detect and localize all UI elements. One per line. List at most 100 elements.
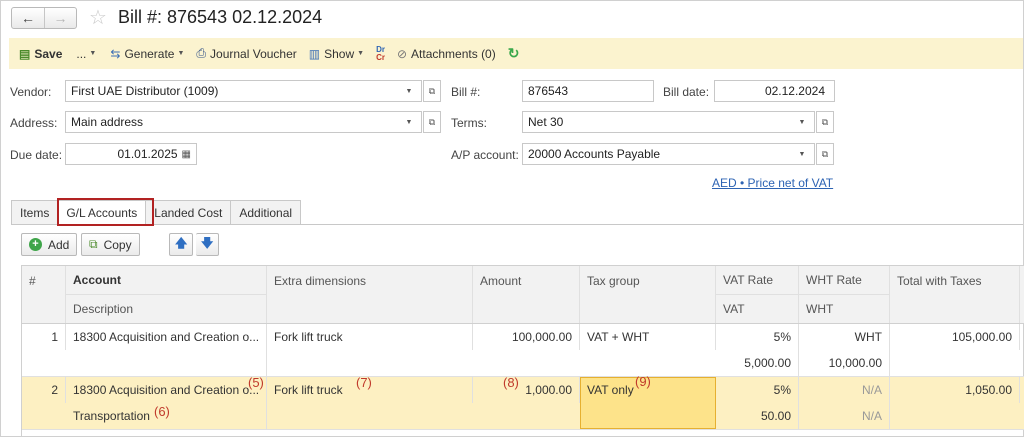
- save-button[interactable]: ▤ Save: [9, 43, 68, 65]
- gl-accounts-table: # Account Description Extra dimensions A…: [21, 265, 1024, 437]
- header-divider: [716, 294, 890, 295]
- address-open-icon[interactable]: ⧉: [423, 111, 441, 133]
- ap-account-value: 20000 Accounts Payable: [528, 147, 661, 161]
- command-toolbar: ▤ Save ... ▼ ⇆ Generate ▼ ⎙ Journal Vouc…: [9, 38, 1023, 69]
- chevron-down-icon[interactable]: ▼: [402, 88, 416, 95]
- attachments-button[interactable]: ⊘ Attachments (0): [391, 43, 502, 65]
- tab-additional[interactable]: Additional: [230, 200, 302, 225]
- printer-icon: ⎙: [196, 46, 207, 60]
- ap-account-field[interactable]: 20000 Accounts Payable ▼: [522, 143, 815, 165]
- arrow-up-icon: 🡅: [175, 236, 188, 250]
- annotation-8: (8): [503, 375, 519, 390]
- ap-account-label: A/P account:: [451, 148, 519, 162]
- generate-button[interactable]: ⇆ Generate ▼: [104, 43, 190, 65]
- tab-landed-cost[interactable]: Landed Cost: [145, 200, 232, 225]
- vendor-value: First UAE Distributor (1009): [71, 84, 219, 98]
- wht-rate-cell[interactable]: N/A: [799, 377, 890, 403]
- back-button[interactable]: ←: [12, 8, 44, 28]
- table-row[interactable]: 1 18300 Acquisition and Creation o... Fo…: [22, 324, 1024, 376]
- extra-dimensions-cell[interactable]: Fork lift truck: [267, 324, 473, 350]
- col-header-account[interactable]: Account: [66, 266, 267, 294]
- col-header-extra-dimensions[interactable]: Extra dimensions: [267, 266, 473, 323]
- due-date-label: Due date:: [10, 148, 63, 162]
- tab-divider: [11, 224, 1023, 225]
- paperclip-icon: ⊘: [396, 46, 408, 61]
- history-nav: ← →: [11, 7, 77, 29]
- vat-rate-cell[interactable]: 5%: [716, 324, 799, 350]
- show-icon: ▥: [308, 46, 321, 61]
- debit-credit-button[interactable]: Dr Cr: [370, 43, 391, 65]
- tab-gl-accounts[interactable]: G/L Accounts: [57, 200, 147, 225]
- wht-cell[interactable]: 10,000.00: [799, 350, 890, 376]
- col-header-tax-group[interactable]: Tax group: [580, 266, 716, 323]
- col-header-vat-rate[interactable]: VAT Rate: [716, 266, 799, 294]
- more-menu-button[interactable]: ... ▼: [68, 43, 104, 65]
- chevron-down-icon[interactable]: ▼: [795, 151, 809, 158]
- save-label: Save: [34, 46, 63, 61]
- copy-row-button[interactable]: ⧉ Copy: [81, 233, 140, 256]
- add-label: Add: [48, 237, 70, 252]
- terms-value: Net 30: [528, 115, 564, 129]
- save-icon: ▤: [19, 46, 31, 61]
- table-row-selected[interactable]: 2 18300 Acquisition and Creation o... Tr…: [22, 374, 1024, 429]
- debit-credit-icon: Dr Cr: [376, 45, 385, 62]
- col-header-amount[interactable]: Amount: [473, 266, 580, 323]
- attachments-label: Attachments (0): [411, 46, 496, 61]
- amount-cell[interactable]: 100,000.00: [473, 324, 580, 350]
- terms-label: Terms:: [451, 116, 487, 130]
- chevron-down-icon: ▼: [357, 50, 365, 57]
- annotation-5: (5): [248, 375, 264, 390]
- refresh-button[interactable]: ↻: [502, 43, 526, 65]
- chevron-down-icon[interactable]: ▼: [402, 119, 416, 126]
- bill-number-field[interactable]: 876543: [522, 80, 654, 102]
- move-up-button[interactable]: 🡅: [169, 233, 194, 256]
- currency-price-link[interactable]: AED • Price net of VAT: [712, 176, 833, 190]
- chevron-down-icon[interactable]: ▼: [795, 119, 809, 126]
- calendar-icon[interactable]: ▦: [182, 149, 191, 160]
- terms-field[interactable]: Net 30 ▼: [522, 111, 815, 133]
- refresh-icon: ↻: [507, 45, 520, 61]
- journal-voucher-label: Journal Voucher: [210, 46, 297, 61]
- show-button[interactable]: ▥ Show ▼: [303, 43, 370, 65]
- vendor-label: Vendor:: [10, 85, 52, 99]
- more-label: ...: [76, 46, 87, 61]
- forward-button[interactable]: →: [44, 8, 76, 28]
- vat-cell[interactable]: 5,000.00: [716, 350, 799, 376]
- due-date-field[interactable]: 01.01.2025 ▦: [65, 143, 197, 165]
- wht-cell[interactable]: N/A: [799, 403, 890, 429]
- col-header-vat[interactable]: VAT: [716, 294, 799, 323]
- description-cell[interactable]: [66, 350, 267, 376]
- bill-date-field[interactable]: 02.12.2024: [714, 80, 835, 102]
- vat-rate-cell[interactable]: 5%: [716, 377, 799, 403]
- row-number: 2: [22, 377, 66, 403]
- tab-items[interactable]: Items: [11, 200, 59, 225]
- account-cell[interactable]: 18300 Acquisition and Creation o...: [66, 377, 267, 403]
- wht-rate-cell[interactable]: WHT: [799, 324, 890, 350]
- col-header-wht[interactable]: WHT: [799, 294, 890, 323]
- amount-cell[interactable]: 1,000.00: [473, 377, 580, 403]
- tab-bar: Items G/L Accounts Landed Cost Additiona…: [11, 200, 302, 225]
- row-divider: [22, 429, 1024, 430]
- address-field[interactable]: Main address ▼: [65, 111, 422, 133]
- terms-open-icon[interactable]: ⧉: [816, 111, 834, 133]
- document-window: ← → ☆ Bill #: 876543 02.12.2024 ▤ Save .…: [0, 0, 1024, 437]
- col-header-description[interactable]: Description: [66, 294, 267, 323]
- account-cell[interactable]: 18300 Acquisition and Creation o...: [66, 324, 267, 350]
- journal-voucher-button[interactable]: ⎙ Journal Voucher: [190, 43, 302, 65]
- tax-group-cell[interactable]: VAT + WHT: [580, 324, 716, 350]
- vendor-open-icon[interactable]: ⧉: [423, 80, 441, 102]
- vendor-field[interactable]: First UAE Distributor (1009) ▼: [65, 80, 422, 102]
- move-down-button[interactable]: 🡇: [196, 233, 220, 256]
- favorite-star-icon[interactable]: ☆: [89, 5, 107, 30]
- ap-account-open-icon[interactable]: ⧉: [816, 143, 834, 165]
- col-header-wht-rate[interactable]: WHT Rate: [799, 266, 890, 294]
- total-with-taxes-cell[interactable]: 105,000.00: [890, 324, 1020, 350]
- copy-icon: ⧉: [89, 237, 98, 251]
- vat-cell[interactable]: 50.00: [716, 403, 799, 429]
- add-row-button[interactable]: + Add: [21, 233, 78, 256]
- col-header-total-with-taxes[interactable]: Total with Taxes: [890, 266, 1020, 323]
- total-with-taxes-cell[interactable]: 1,050.00: [890, 377, 1020, 403]
- bill-number-label: Bill #:: [451, 85, 481, 99]
- generate-label: Generate: [124, 46, 175, 61]
- page-title: Bill #: 876543 02.12.2024: [118, 7, 323, 27]
